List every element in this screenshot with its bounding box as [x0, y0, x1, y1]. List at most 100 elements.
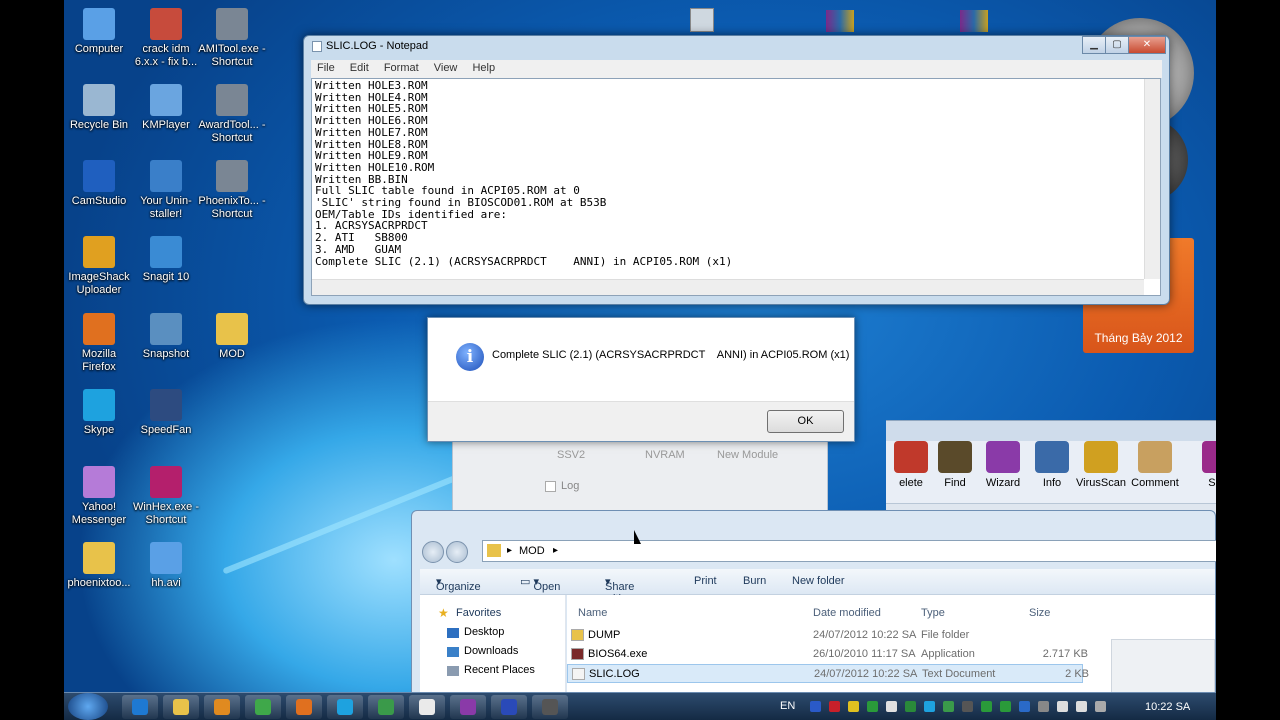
winrar-tool-wizard[interactable]: Wizard	[978, 441, 1028, 489]
desktop-icon-snapshot[interactable]: Snapshot	[131, 313, 201, 361]
nav-downloads[interactable]: Downloads	[464, 645, 518, 657]
desktop-icon-video[interactable]: hh.avi	[131, 542, 201, 590]
tray-icon[interactable]	[848, 701, 859, 712]
command-bar: Organize ▾ ▭ Open ▾ Share with ▾ Print B…	[420, 569, 1215, 605]
breadcrumb-mod[interactable]: MOD	[519, 545, 545, 557]
desktop-icon-awardtool[interactable]: AwardTool... - Shortcut	[197, 84, 267, 145]
winrar-tool-find[interactable]: Find	[930, 441, 980, 489]
vertical-scrollbar[interactable]	[1144, 79, 1160, 279]
desktop-icon-yahoo[interactable]: Yahoo! Messenger	[64, 466, 134, 527]
taskbar-button[interactable]	[450, 695, 486, 719]
menu-help[interactable]: Help	[466, 60, 501, 74]
tray-icon[interactable]	[867, 701, 878, 712]
desktop-icon-gnome[interactable]: crack idm 6.x.x - fix b...	[131, 8, 201, 69]
option-new-module[interactable]: New Module	[717, 449, 778, 461]
tray-icon[interactable]	[924, 701, 935, 712]
option-nvram[interactable]: NVRAM	[645, 449, 685, 461]
folder-icon	[216, 313, 248, 345]
tray-icon[interactable]	[943, 701, 954, 712]
tray-icon[interactable]	[829, 701, 840, 712]
desktop-icon-speedfan[interactable]: SpeedFan	[131, 389, 201, 437]
new-folder-button[interactable]: New folder	[792, 575, 845, 587]
organize-button[interactable]: Organize ▾	[436, 575, 481, 593]
taskbar-button[interactable]	[532, 695, 568, 719]
horizontal-scrollbar[interactable]	[312, 279, 1144, 295]
column-size[interactable]: Size	[1029, 607, 1050, 619]
address-bar[interactable]: ▸ MOD ▸	[482, 540, 1216, 562]
winrar-tool-elete[interactable]: elete	[886, 441, 936, 489]
close-button[interactable]: ✕	[1128, 36, 1166, 54]
file-row[interactable]: DUMP 24/07/2012 10:22 SA File folder	[567, 626, 1083, 645]
desktop-icon-imageshack[interactable]: ImageShack Uploader	[64, 236, 134, 297]
desktop-icon-winhex[interactable]: WinHex.exe - Shortcut	[131, 466, 201, 527]
tray-icon[interactable]	[1038, 701, 1049, 712]
burn-button[interactable]: Burn	[743, 575, 766, 587]
desktop-icon-folder[interactable]: phoenixtoo...	[64, 542, 134, 590]
nav-recent-places[interactable]: Recent Places	[464, 664, 535, 676]
tray-icon[interactable]	[981, 701, 992, 712]
text-editor[interactable]: Written HOLE3.ROM Written HOLE4.ROM Writ…	[311, 78, 1161, 296]
tray-icon[interactable]	[1057, 701, 1068, 712]
desktop-icon-kmplayer[interactable]: KMPlayer	[131, 84, 201, 132]
tray-icon[interactable]	[962, 701, 973, 712]
taskbar-button[interactable]	[409, 695, 445, 719]
desktop-icon-snagit[interactable]: Snagit 10	[131, 236, 201, 284]
desktop-icon-label: hh.avi	[151, 577, 181, 589]
desktop-icon-firefox[interactable]: Mozilla Firefox	[64, 313, 134, 374]
desktop-icon-folder[interactable]: MOD	[197, 313, 267, 361]
open-button[interactable]: ▭ Open ▾	[520, 575, 560, 593]
taskbar-button[interactable]	[286, 695, 322, 719]
clock[interactable]: 10:22 SA	[1145, 701, 1190, 713]
amitool-icon	[216, 8, 248, 40]
tray-icon[interactable]	[810, 701, 821, 712]
winrar-tool-comment[interactable]: Comment	[1130, 441, 1180, 489]
taskbar-button[interactable]	[122, 695, 158, 719]
desktop-icon-phoenixtool[interactable]: PhoenixTo... - Shortcut	[197, 160, 267, 221]
preview-pane	[1111, 639, 1215, 693]
language-indicator[interactable]: EN	[780, 700, 795, 712]
desktop-icon-skype[interactable]: Skype	[64, 389, 134, 437]
log-checkbox[interactable]	[545, 481, 556, 492]
taskbar-button[interactable]	[491, 695, 527, 719]
file-row[interactable]: BIOS64.exe 26/10/2010 11:17 SA Application…	[567, 645, 1088, 664]
tray-icon[interactable]	[886, 701, 897, 712]
nav-desktop[interactable]: Desktop	[464, 626, 504, 638]
desktop-icon-camstudio[interactable]: CamStudio	[64, 160, 134, 208]
desktop-icon-uninstaller[interactable]: Your Unin-staller!	[131, 160, 201, 221]
tray-icon[interactable]	[1000, 701, 1011, 712]
tray-icon[interactable]	[1095, 701, 1106, 712]
nav-favorites[interactable]: Favorites	[456, 607, 501, 619]
taskbar-button[interactable]	[245, 695, 281, 719]
media-player-icon	[214, 699, 230, 715]
tray-icon[interactable]	[1076, 701, 1087, 712]
forward-button[interactable]	[446, 541, 468, 563]
desktop-icon-amitool[interactable]: AMITool.exe - Shortcut	[197, 8, 267, 69]
column-type[interactable]: Type	[921, 607, 945, 619]
ok-button[interactable]: OK	[767, 410, 844, 433]
taskbar-button[interactable]	[163, 695, 199, 719]
maximize-button[interactable]: ▢	[1105, 36, 1129, 54]
desktop-icon-computer[interactable]: Computer	[64, 8, 134, 56]
tray-icon[interactable]	[1019, 701, 1030, 712]
share-with-button[interactable]: Share with ▾	[605, 575, 634, 605]
winrar-tool-info[interactable]: Info	[1027, 441, 1077, 489]
tray-icon[interactable]	[905, 701, 916, 712]
menu-view[interactable]: View	[428, 60, 464, 74]
start-button[interactable]	[68, 693, 108, 720]
desktop-icon-recycle-bin[interactable]: Recycle Bin	[64, 84, 134, 132]
taskbar-button[interactable]	[204, 695, 240, 719]
menu-file[interactable]: File	[311, 60, 341, 74]
menu-edit[interactable]: Edit	[344, 60, 375, 74]
winrar-tool-virusscan[interactable]: VirusScan	[1076, 441, 1126, 489]
option-ssv2[interactable]: SSV2	[557, 449, 585, 461]
taskbar-button[interactable]	[368, 695, 404, 719]
file-row[interactable]: SLIC.LOG 24/07/2012 10:22 SA Text Document…	[567, 664, 1089, 683]
minimize-button[interactable]: ▁	[1082, 36, 1106, 54]
menu-format[interactable]: Format	[378, 60, 425, 74]
column-name[interactable]: Name	[578, 607, 607, 619]
taskbar-button[interactable]	[327, 695, 363, 719]
print-button[interactable]: Print	[694, 575, 717, 587]
column-date-modified[interactable]: Date modified	[813, 607, 881, 619]
winrar-tool-sfx[interactable]: SFX	[1194, 441, 1216, 489]
back-button[interactable]	[422, 541, 444, 563]
